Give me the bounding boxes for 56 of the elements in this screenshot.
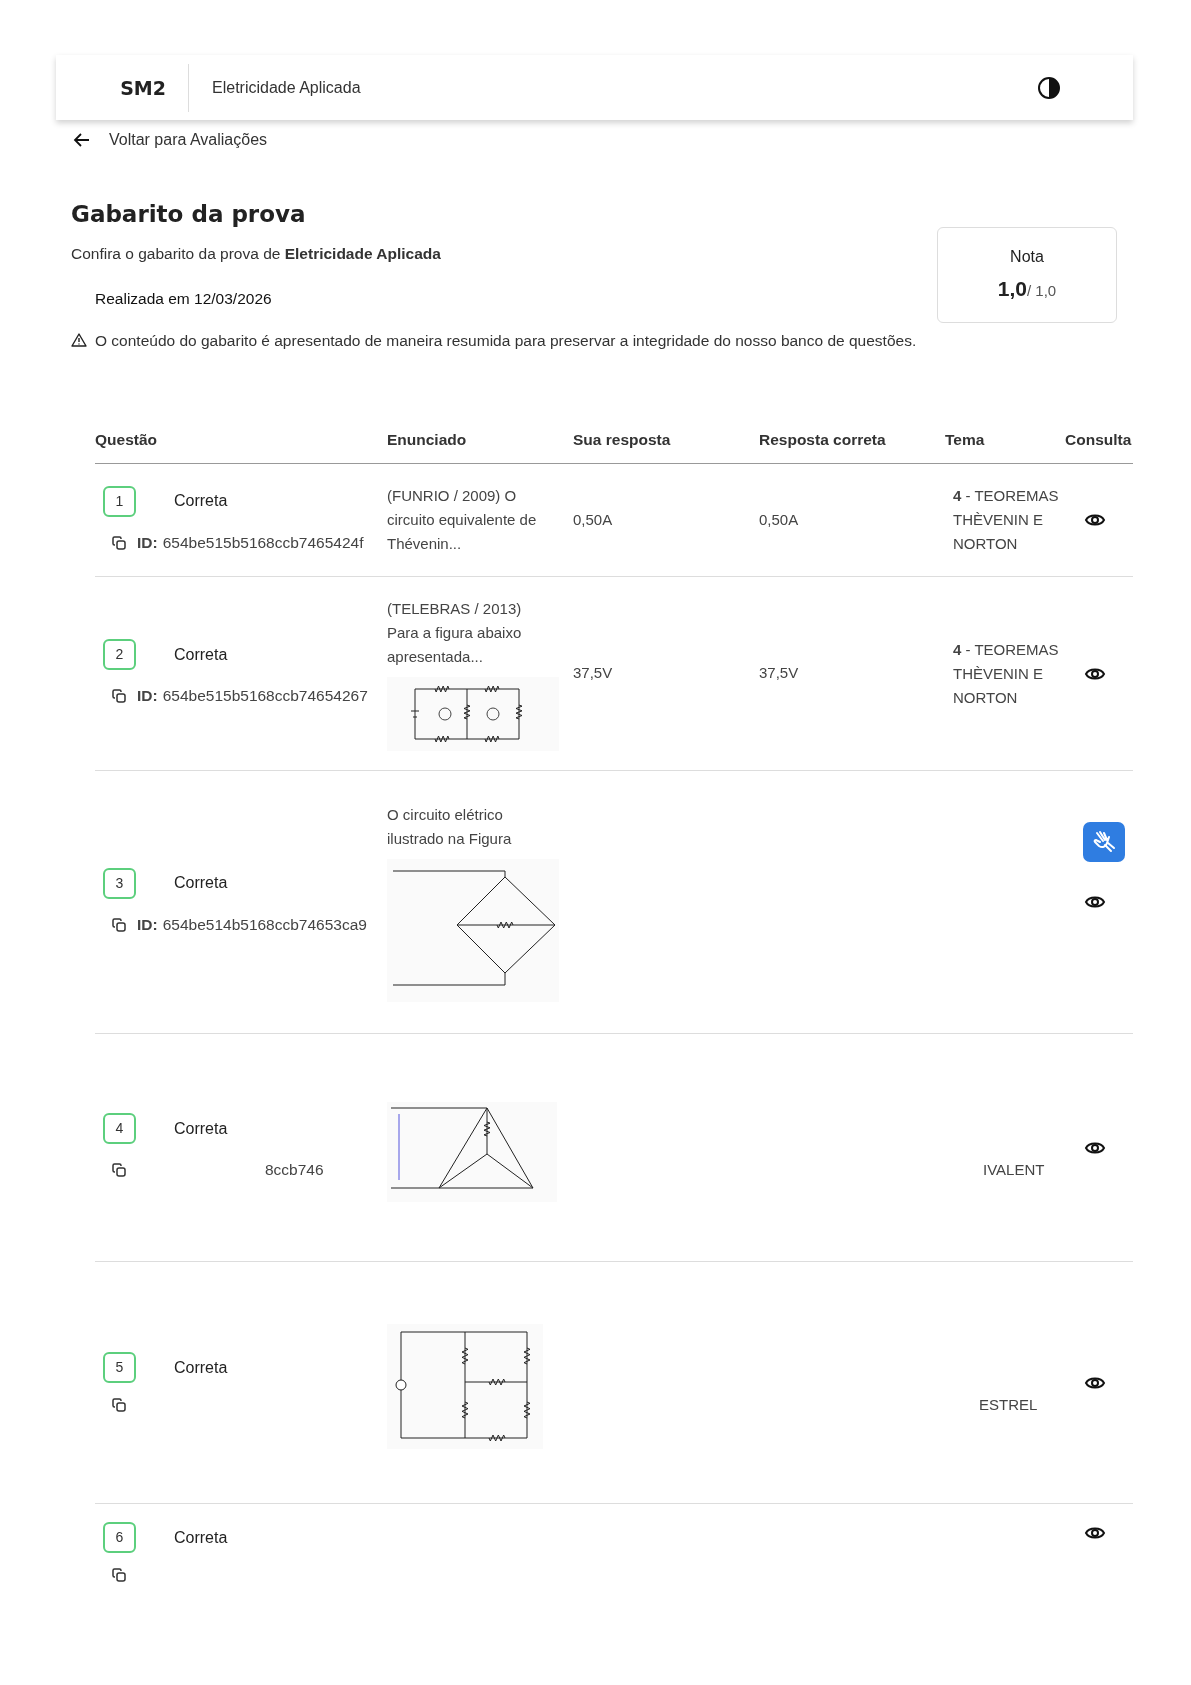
status-text: Correta [174,1527,228,1548]
grade-value: 1,0 [997,275,1027,302]
topic-text: 4 - TEOREMAS THÈVENIN E NORTON [953,639,1060,708]
statement-text: (FUNRIO / 2009) O circuito equivalente de Thévenin... [387,486,538,554]
id-label: ID: [137,914,158,935]
question-id: 654be515b5168ccb74654267 [162,686,368,707]
course-title: Eletricidade Aplicada [211,77,361,98]
topic-text: IVALENT [983,1160,1046,1180]
copy-icon[interactable] [111,1162,127,1178]
grade-max: / 1,0 [1027,280,1057,301]
warning-text: O conteúdo do gabarito é apresentado de maneira resumida para preservar a integridade do nosso banco de questões. [95,330,917,351]
question-id: 8ccb746 [265,1160,324,1181]
answer-text: 37,5V [573,664,613,682]
question-number: 5 [103,1352,136,1383]
column-header: Sua resposta [573,429,672,450]
status-text: Correta [174,644,228,665]
date-text: Realizada em 12/03/2026 [95,289,273,310]
copy-icon[interactable] [111,688,127,704]
topic-text: 4 - TEOREMAS THÈVENIN E NORTON [953,486,1060,554]
column-header: Consulta [1065,429,1133,450]
hands-icon [1091,829,1117,855]
statement-text: O circuito elétrico ilustrado na Figura [387,804,513,849]
copy-icon[interactable] [111,1397,127,1413]
status-text: Correta [174,873,228,894]
topic-text: ESTREL [979,1395,1039,1415]
id-label: ID: [137,532,158,553]
status-text: Correta [174,491,228,512]
statement-text: (TELEBRAS / 2013) Para a figura abaixo apresentada... [387,598,523,667]
question-id: 654be514b5168ccb74653ca9 [162,914,367,935]
question-number: 3 [103,867,136,899]
question-number: 1 [103,485,136,517]
question-id: 654be515b5168ccb7465424f [162,532,364,553]
logo: SM2 [56,63,189,112]
copy-icon[interactable] [111,1567,127,1583]
column-header: Questão [95,429,158,450]
question-number: 2 [103,639,136,671]
correct-answer-text: 37,5V [759,664,799,682]
answer-text: 0,50A [573,510,613,528]
column-header: Enunciado [387,429,468,450]
contrast-icon[interactable] [1037,75,1061,100]
sign-language-button[interactable] [1083,822,1125,862]
question-number: 4 [103,1113,136,1145]
copy-icon[interactable] [111,916,127,933]
back-link[interactable]: Voltar para Avaliações [72,128,268,152]
column-header: Tema [945,429,986,450]
question-number: 6 [103,1522,136,1553]
page-title: Gabarito da prova [71,200,307,229]
copy-icon[interactable] [111,534,127,551]
correct-answer-text: 0,50A [759,510,799,528]
column-header: Resposta correta [759,429,887,450]
id-label: ID: [137,686,158,707]
status-text: Correta [174,1118,228,1139]
grade-label: Nota [1010,246,1044,267]
subtitle: Confira o gabarito da prova de Eletricidade Aplicada [71,244,442,265]
warning-icon [71,332,87,349]
status-text: Correta [174,1357,228,1378]
